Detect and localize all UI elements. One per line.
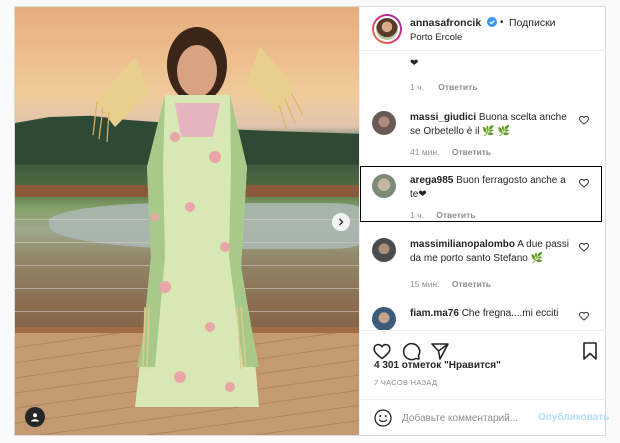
chevron-right-icon	[339, 218, 344, 226]
comment-meta: 1 ч. Ответить	[410, 210, 476, 220]
comment-like-icon[interactable]	[579, 311, 589, 321]
comment-meta: 41 мин. Ответить	[410, 147, 491, 157]
comment-composer: Опубликовать	[360, 399, 609, 435]
reply-button[interactable]: Ответить	[452, 279, 491, 289]
tagged-users-button[interactable]	[25, 407, 45, 427]
verified-badge-icon	[487, 17, 497, 27]
header-separator: •	[500, 17, 504, 28]
following-button[interactable]: Подписки	[509, 17, 556, 29]
comment-text: arega985 Buon ferragosto anche a te❤	[410, 174, 576, 202]
comment-body: Che fregna....mi ecciti	[461, 308, 559, 319]
comment-text: massimilianopalombo A due passi da me po…	[410, 238, 576, 266]
post-header: annasafroncik • Подписки Porto Ercole	[360, 7, 606, 51]
commenter-avatar[interactable]	[372, 174, 396, 198]
user-tag-icon	[31, 413, 39, 422]
commenter-username[interactable]: massi_giudici	[410, 112, 476, 123]
reply-button[interactable]: Ответить	[436, 210, 475, 220]
comment-meta: 15 мин. Ответить	[410, 279, 491, 289]
commenter-avatar[interactable]	[372, 307, 396, 330]
comment-time: 15 мин.	[410, 279, 440, 289]
comment-text: fiam.ma76 Che fregna....mi ecciti	[410, 307, 576, 321]
commenter-avatar[interactable]	[372, 238, 396, 262]
comment-time: 41 мин.	[410, 147, 440, 157]
comment-icon[interactable]	[401, 341, 421, 361]
publish-button[interactable]: Опубликовать	[538, 412, 609, 423]
bookmark-icon[interactable]	[580, 341, 600, 361]
author-avatar[interactable]	[372, 14, 402, 44]
caption-comment-text: ❤	[410, 58, 419, 69]
comment-like-icon[interactable]	[579, 242, 589, 252]
commenter-username[interactable]: arega985	[410, 175, 453, 186]
comment-like-icon[interactable]	[579, 178, 589, 188]
photo-woman-in-dress	[92, 27, 304, 407]
comment-time: 1 ч.	[410, 82, 424, 92]
comment-time: 1 ч.	[410, 210, 424, 220]
post-side-panel: annasafroncik • Подписки Porto Ercole ❤ …	[359, 7, 609, 435]
share-icon[interactable]	[430, 341, 450, 361]
comment-text: massi_giudici Buona scelta anche se Orbe…	[410, 111, 576, 139]
author-username[interactable]: annasafroncik	[410, 17, 481, 29]
post-location[interactable]: Porto Ercole	[410, 32, 462, 43]
comment-like-icon[interactable]	[579, 115, 589, 125]
comments-list[interactable]: ❤ 1 ч. Ответить massi_giudici Buona scel…	[360, 52, 606, 330]
emoji-icon[interactable]	[374, 409, 392, 427]
likes-count[interactable]: 4 301 отметок "Нравится"	[374, 360, 501, 371]
heart-icon[interactable]	[372, 341, 392, 361]
next-slide-button[interactable]	[332, 213, 350, 231]
comment-input[interactable]	[402, 410, 530, 426]
post-timestamp[interactable]: 7 ЧАСОВ НАЗАД	[374, 378, 437, 387]
instagram-post: annasafroncik • Подписки Porto Ercole ❤ …	[14, 6, 609, 436]
reply-button[interactable]: Ответить	[452, 147, 491, 157]
commenter-avatar[interactable]	[372, 111, 396, 135]
commenter-username[interactable]: massimilianopalombo	[410, 239, 515, 250]
post-photo[interactable]	[15, 7, 359, 435]
caption-comment-meta: 1 ч. Ответить	[410, 82, 490, 92]
commenter-username[interactable]: fiam.ma76	[410, 308, 459, 319]
reply-button[interactable]: Ответить	[438, 82, 477, 92]
